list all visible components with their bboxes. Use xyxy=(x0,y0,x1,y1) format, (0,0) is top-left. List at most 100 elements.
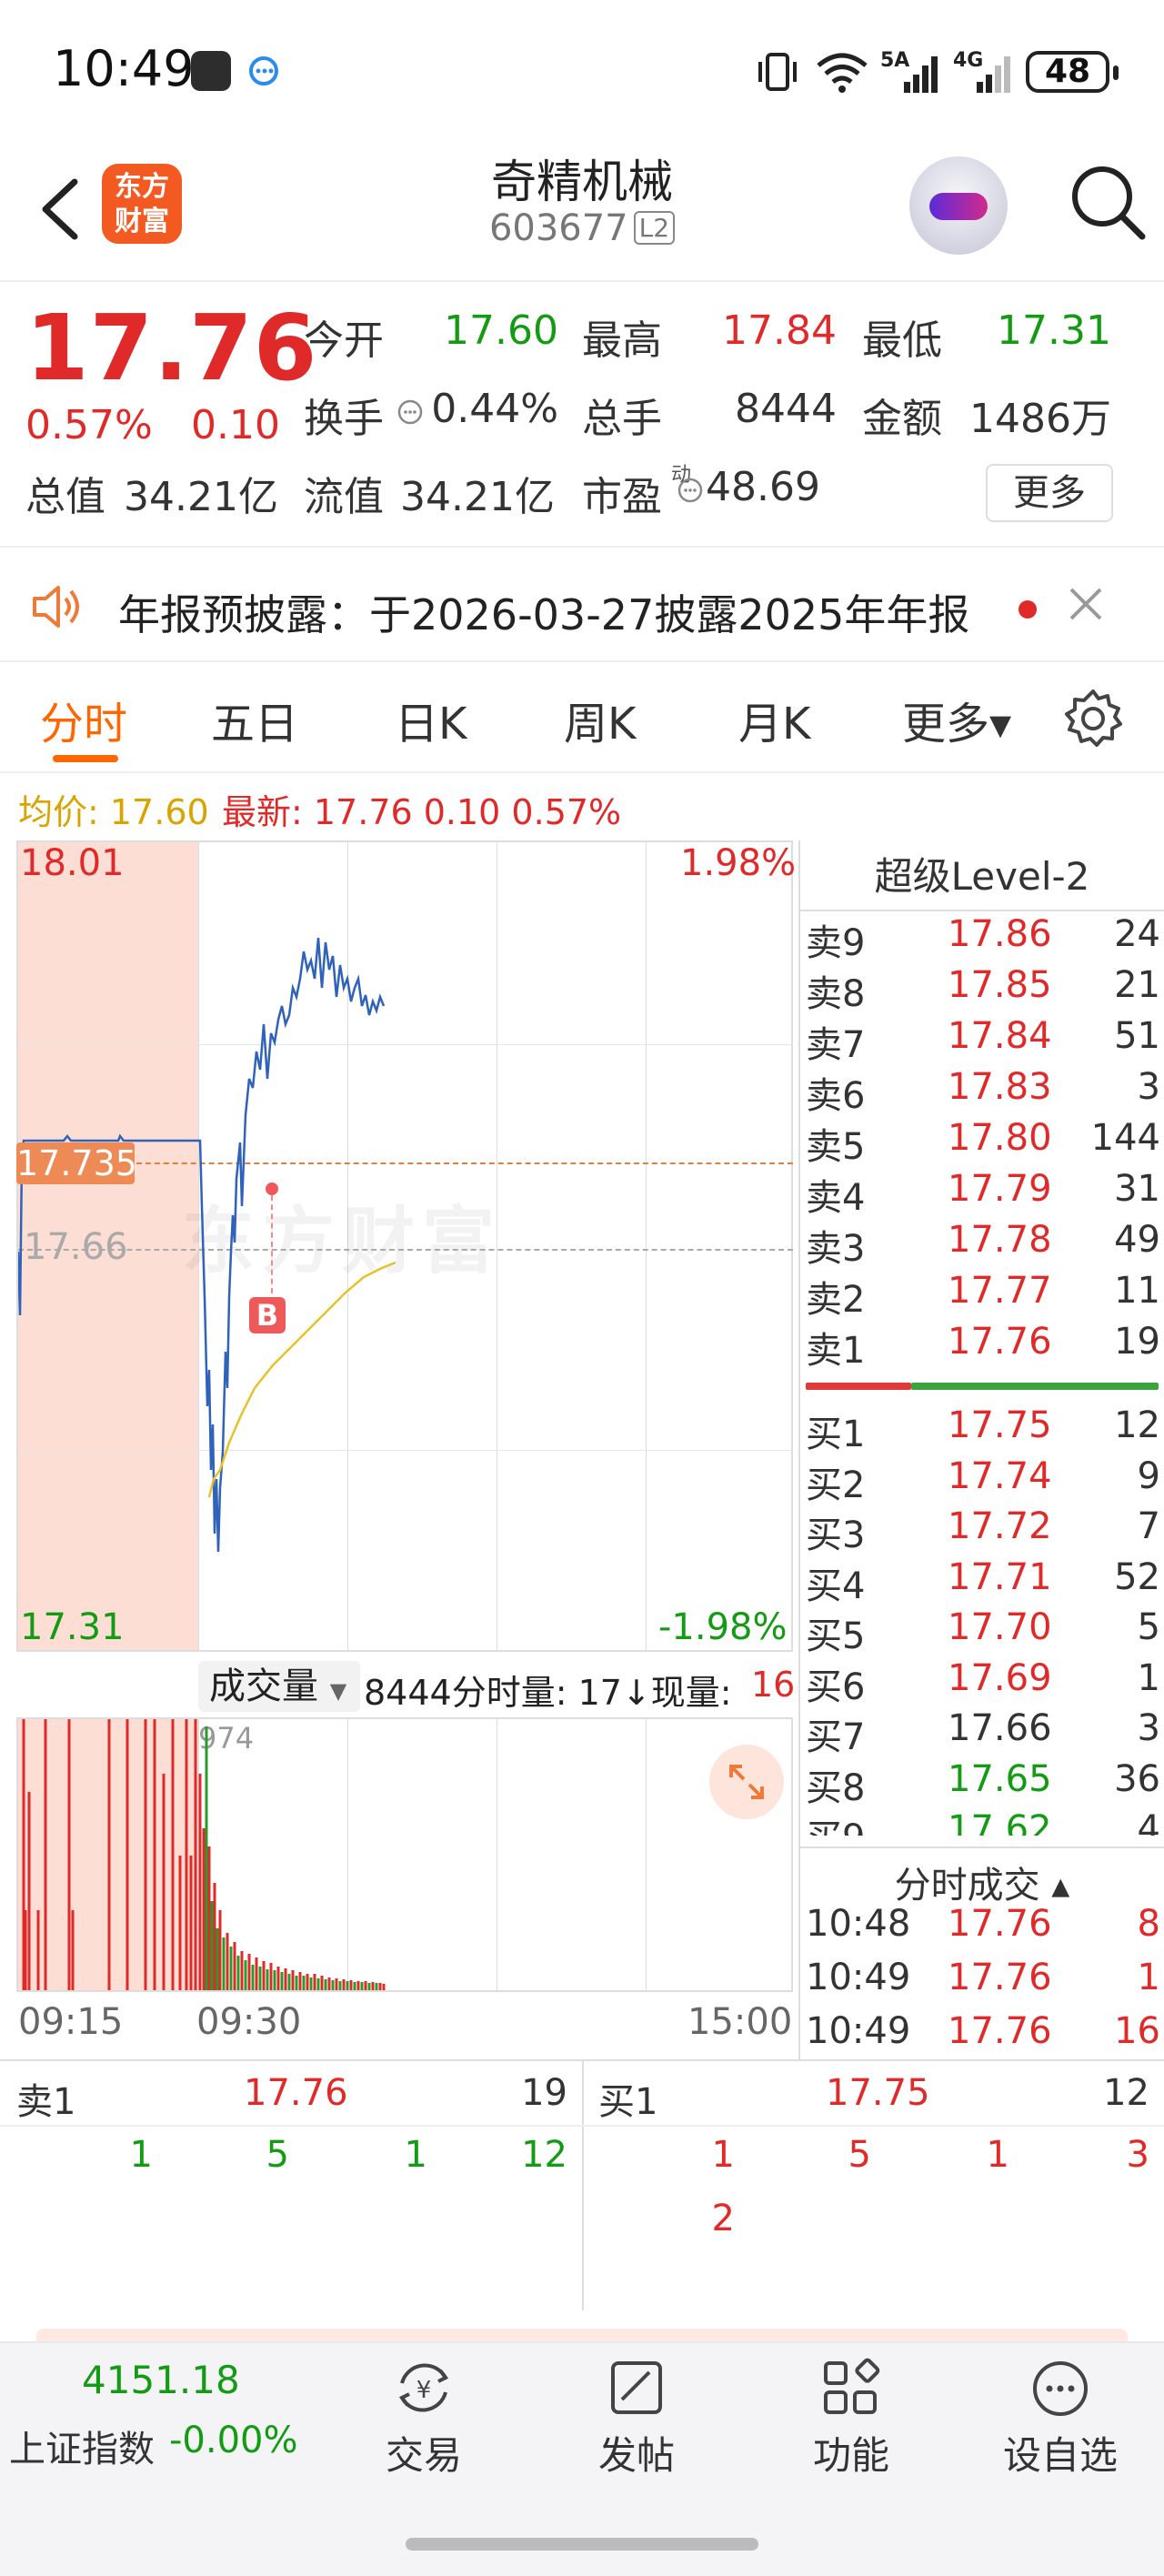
tab-more[interactable]: 更多▾ xyxy=(902,688,1011,751)
tick-vol: 16 xyxy=(1114,2010,1160,2052)
ask-level[interactable]: 卖2 17.77 11 xyxy=(806,1270,1160,1321)
home-indicator[interactable] xyxy=(406,2538,758,2551)
ask-level-price: 17.79 xyxy=(948,1168,1052,1210)
ask-level[interactable]: 卖1 17.76 19 xyxy=(806,1321,1160,1372)
ask-level[interactable]: 卖5 17.80 144 xyxy=(806,1117,1160,1168)
tab-intraday[interactable]: 分时 xyxy=(40,688,127,751)
pe-label: 市盈 xyxy=(582,474,662,520)
bid-level[interactable]: 买1 17.75 12 xyxy=(806,1404,1160,1455)
nav-post-label: 发帖 xyxy=(597,2433,675,2478)
vibrate-icon xyxy=(755,49,800,95)
ask-level[interactable]: 卖7 17.84 51 xyxy=(806,1015,1160,1066)
ask-level-price: 17.84 xyxy=(948,1015,1052,1057)
ask-level[interactable]: 卖8 17.85 21 xyxy=(806,964,1160,1015)
more-dots-icon xyxy=(1033,2361,1088,2416)
nav-add-watchlist-label: 设自选 xyxy=(1002,2433,1118,2478)
ask-level[interactable]: 卖9 17.86 24 xyxy=(806,913,1160,964)
search-icon[interactable] xyxy=(1062,156,1153,247)
edit-icon xyxy=(611,2361,662,2414)
time-label-open: 09:30 xyxy=(196,2001,302,2043)
ask-level-label: 卖6 xyxy=(806,1075,866,1117)
bid-level-price: 17.62 xyxy=(948,1808,1052,1836)
gear-icon[interactable] xyxy=(1060,686,1126,751)
expand-icon[interactable] xyxy=(709,1745,784,1819)
dropdown-caret-icon: ▼ xyxy=(329,1678,347,1704)
nav-add-watchlist[interactable]: 设自选 xyxy=(988,2356,1133,2480)
announcement-text[interactable]: 年报预披露：于2026-03-27披露2025年年报 xyxy=(118,582,969,642)
y-axis-top-pct: 1.98% xyxy=(680,842,797,884)
ask-level-label: 卖3 xyxy=(806,1228,866,1270)
nav-functions[interactable]: 功能 xyxy=(778,2356,924,2480)
bid-level-volume: 1 xyxy=(1137,1656,1160,1699)
current-price-marker: 17.735 xyxy=(16,1142,137,1184)
bid-level-volume: 3 xyxy=(1137,1707,1160,1749)
bid-level-volume: 12 xyxy=(1114,1404,1160,1446)
l2-badge: L2 xyxy=(633,211,676,245)
bid-level[interactable]: 买8 17.65 36 xyxy=(806,1758,1160,1809)
change-amount: 0.10 xyxy=(191,402,280,448)
bid-level[interactable]: 买5 17.70 5 xyxy=(806,1606,1160,1657)
bid-level[interactable]: 买3 17.72 7 xyxy=(806,1505,1160,1556)
bid-level-price: 17.75 xyxy=(948,1404,1052,1446)
volume-indicator-select[interactable]: 成交量 ▼ xyxy=(198,1661,360,1712)
order-book-title[interactable]: 超级Level-2 xyxy=(800,846,1164,901)
tab-daily-k[interactable]: 日K xyxy=(395,688,467,751)
tick-price: 17.76 xyxy=(948,1957,1052,1998)
nav-post[interactable]: 发帖 xyxy=(564,2356,709,2480)
ask-level-label: 卖2 xyxy=(806,1279,866,1321)
ask-level-price: 17.86 xyxy=(948,913,1052,955)
wechat-icon xyxy=(191,51,231,91)
tab-five-day[interactable]: 五日 xyxy=(211,688,298,751)
tick-vol: 8 xyxy=(1137,1903,1160,1945)
ask-level-volume: 3 xyxy=(1137,1066,1160,1108)
index-name[interactable]: 上证指数 xyxy=(9,2420,155,2472)
tick-trades-title[interactable]: 分时成交 ▴ xyxy=(800,1846,1164,1908)
bid-level-price: 17.70 xyxy=(948,1606,1052,1648)
high-value: 17.84 xyxy=(722,307,837,354)
apps-icon xyxy=(824,2358,880,2414)
ask-level[interactable]: 卖3 17.78 49 xyxy=(806,1219,1160,1270)
more-button[interactable]: 更多 xyxy=(986,464,1113,522)
bid-level[interactable]: 买2 17.74 9 xyxy=(806,1455,1160,1506)
queue-buy-total: 12 xyxy=(1103,2072,1149,2114)
bid-level[interactable]: 买6 17.69 1 xyxy=(806,1657,1160,1708)
trade-point-line xyxy=(271,1195,273,1293)
amount-label: 金额 xyxy=(862,396,942,442)
tab-monthly-k[interactable]: 月K xyxy=(738,688,810,751)
tick-price: 17.76 xyxy=(948,2010,1052,2052)
ask-level-volume: 24 xyxy=(1114,913,1160,955)
chat-bubble-icon xyxy=(246,53,286,89)
bid-level-label: 买6 xyxy=(806,1665,866,1708)
ask-level-price: 17.83 xyxy=(948,1066,1052,1108)
index-value[interactable]: 4151.18 xyxy=(82,2358,240,2402)
ask-level-volume: 19 xyxy=(1114,1321,1160,1363)
ask-level[interactable]: 卖6 17.83 3 xyxy=(806,1066,1160,1117)
tab-weekly-k[interactable]: 周K xyxy=(564,688,636,751)
close-icon[interactable] xyxy=(1060,579,1111,629)
pe-info-icon[interactable] xyxy=(677,477,704,504)
bid-level-label: 买1 xyxy=(806,1414,866,1455)
bid-level-price: 17.65 xyxy=(948,1757,1052,1800)
ask-level-price: 17.85 xyxy=(948,964,1052,1006)
ask-level-label: 卖8 xyxy=(806,973,866,1015)
volume-info: 8444分时量: 17↓现量: xyxy=(364,1673,732,1713)
status-time: 10:49 xyxy=(53,40,195,97)
trade-icon: ¥ xyxy=(398,2363,449,2412)
queue-sell-order: 1 xyxy=(404,2134,427,2176)
pe-value: 48.69 xyxy=(706,464,820,510)
volume-bars xyxy=(22,1719,386,1990)
bid-level-label: 买5 xyxy=(806,1615,866,1657)
bid-level[interactable]: 买7 17.66 3 xyxy=(806,1707,1160,1758)
bid-level-label: 买7 xyxy=(806,1716,866,1758)
ask-level-volume: 31 xyxy=(1114,1168,1160,1210)
nav-trade[interactable]: ¥ 交易 xyxy=(351,2356,497,2480)
announcement-bar[interactable]: 年报预披露：于2026-03-27披露2025年年报 xyxy=(0,549,1164,662)
chart-tabs: 分时 五日 日K 周K 月K 更多▾ xyxy=(0,664,1164,773)
volume-select-label: 成交量 xyxy=(209,1665,318,1707)
index-change[interactable]: -0.00% xyxy=(169,2420,298,2461)
ask-level[interactable]: 卖4 17.79 31 xyxy=(806,1168,1160,1219)
queue-sell-order: 1 xyxy=(129,2134,153,2176)
bid-level[interactable]: 买4 17.71 52 xyxy=(806,1556,1160,1607)
bid-level[interactable]: 买9 17.62 4 xyxy=(806,1808,1160,1836)
buy-marker[interactable]: B xyxy=(249,1297,286,1333)
